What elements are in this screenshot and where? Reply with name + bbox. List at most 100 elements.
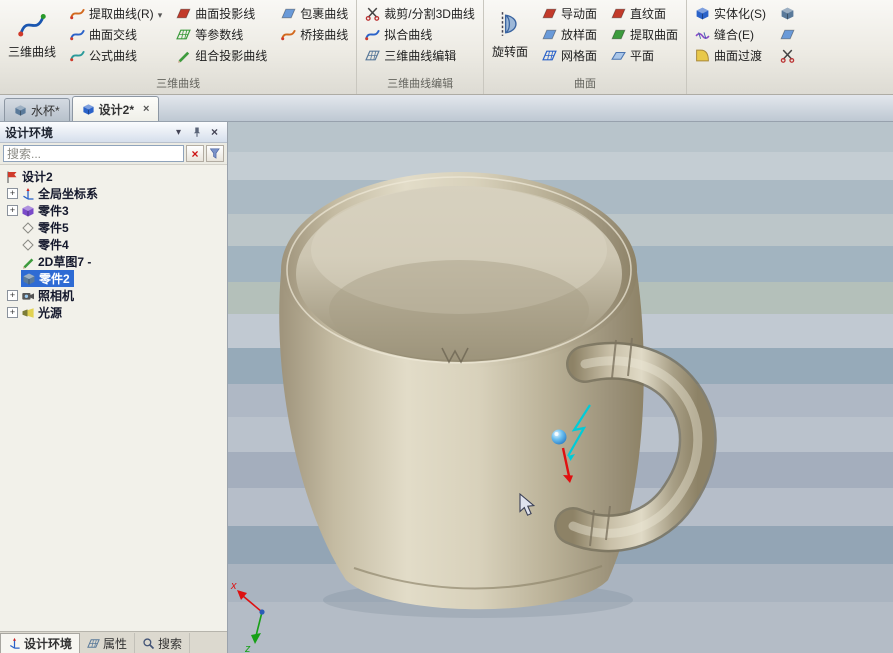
surface-projection-button[interactable]: 曲面投影线 <box>171 3 272 24</box>
clear-search-button[interactable] <box>186 145 204 162</box>
chevron-down-icon[interactable] <box>171 125 186 140</box>
sweep-surface-button[interactable]: 导动面 <box>537 3 602 24</box>
expand-icon[interactable] <box>7 290 18 301</box>
expand-icon[interactable] <box>7 188 18 199</box>
x-axis-label: x <box>230 580 237 592</box>
plane-label: 平面 <box>630 47 654 64</box>
edit-3d-curve-label: 三维曲线编辑 <box>384 47 456 64</box>
extract-surface-button[interactable]: 提取曲面 <box>606 24 683 45</box>
extract-curve-button[interactable]: 提取曲线(R) <box>65 3 167 24</box>
tab-label: 水杯* <box>31 102 60 119</box>
plane-icon <box>611 48 626 63</box>
main-area: 设计环境 设计2 全局坐标系 <box>0 122 893 653</box>
tree-item-sketch7[interactable]: 2D草图7 - <box>2 253 227 270</box>
tree-item-light[interactable]: 光源 <box>2 304 227 321</box>
tree-item-label: 光源 <box>38 304 62 321</box>
mesh-surface-label: 网格面 <box>561 47 597 64</box>
tree-item-part3[interactable]: 零件3 <box>2 202 227 219</box>
plane-button[interactable]: 平面 <box>606 45 683 66</box>
revolve-surface-big-button[interactable]: 旋转面 <box>487 3 533 66</box>
search-row <box>0 143 227 165</box>
tree-item-label: 零件4 <box>38 236 69 253</box>
expand-icon[interactable] <box>7 205 18 216</box>
formula-curve-icon <box>70 48 85 63</box>
fit-curve-label: 拟合曲线 <box>384 26 432 43</box>
tree-item-label: 零件2 <box>39 270 70 287</box>
clipped-icon-3 <box>780 48 795 63</box>
z-axis-label: z <box>244 643 251 653</box>
bottom-tab-design-env[interactable]: 设计环境 <box>0 633 80 653</box>
tab-water-cup[interactable]: 水杯* <box>4 98 70 121</box>
ruled-surface-icon <box>611 6 626 21</box>
bottom-tab-search[interactable]: 搜索 <box>135 633 190 653</box>
ruled-surface-button[interactable]: 直纹面 <box>606 3 683 24</box>
filter-button[interactable] <box>206 145 224 162</box>
combined-projection-label: 组合投影曲线 <box>195 47 267 64</box>
edit-3d-curve-button[interactable]: 三维曲线编辑 <box>360 45 480 66</box>
surface-intersection-icon <box>70 27 85 42</box>
sketch-icon <box>21 255 35 269</box>
group-title-3d-curve-edit: 三维曲线编辑 <box>360 72 480 94</box>
mesh-surface-button[interactable]: 网格面 <box>537 45 602 66</box>
sew-button[interactable]: 缝合(E) <box>690 24 771 45</box>
document-icon <box>82 103 95 116</box>
coordinate-system-icon <box>21 187 35 201</box>
sweep-surface-label: 导动面 <box>561 5 597 22</box>
document-icon <box>14 104 27 117</box>
surface-blend-label: 曲面过渡 <box>714 47 762 64</box>
isoparametric-button[interactable]: 等参数线 <box>171 24 272 45</box>
filter-icon <box>209 147 222 160</box>
surface-blend-button[interactable]: 曲面过渡 <box>690 45 771 66</box>
part-icon <box>21 221 35 235</box>
isoparametric-label: 等参数线 <box>195 26 243 43</box>
combined-projection-button[interactable]: 组合投影曲线 <box>171 45 272 66</box>
curve3d-big-button[interactable]: 三维曲线 <box>3 3 61 66</box>
sweep-surface-icon <box>542 6 557 21</box>
bottom-tab-label: 属性 <box>103 635 127 652</box>
ribbon-group-solid: 实体化(S) 缝合(E) 曲面过渡 <box>687 0 803 94</box>
formula-curve-button[interactable]: 公式曲线 <box>65 45 167 66</box>
manipulator-sphere[interactable] <box>552 430 567 445</box>
tree-item-camera[interactable]: 照相机 <box>2 287 227 304</box>
ribbon-group-3d-curve-edit: 裁剪/分割3D曲线 拟合曲线 三维曲线编辑 三维曲线编辑 <box>357 0 484 94</box>
solidify-icon <box>695 6 710 21</box>
tree-item-part5[interactable]: 零件5 <box>2 219 227 236</box>
clipped-button-3[interactable] <box>775 45 800 66</box>
pin-icon[interactable] <box>189 125 204 140</box>
search-input[interactable] <box>3 145 184 162</box>
ruled-surface-label: 直纹面 <box>630 5 666 22</box>
loft-surface-button[interactable]: 放样面 <box>537 24 602 45</box>
mug-model[interactable] <box>279 172 698 618</box>
wrap-curve-button[interactable]: 包裹曲线 <box>276 3 353 24</box>
panel-bottom-tabs: 设计环境 属性 搜索 <box>0 631 227 653</box>
tree-item-design2[interactable]: 设计2 <box>2 168 227 185</box>
revolve-surface-label: 旋转面 <box>492 43 528 60</box>
ribbon-group-surface: 旋转面 导动面 放样面 网格面 直纹面 <box>484 0 687 94</box>
surface-blend-icon <box>695 48 710 63</box>
tab-label: 设计2* <box>99 101 134 118</box>
tree-item-part4[interactable]: 零件4 <box>2 236 227 253</box>
tab-close-icon[interactable] <box>143 104 149 115</box>
expand-icon[interactable] <box>7 307 18 318</box>
sew-label: 缝合(E) <box>714 26 754 43</box>
solidify-button[interactable]: 实体化(S) <box>690 3 771 24</box>
extract-curve-icon <box>70 6 85 21</box>
part-icon <box>21 204 35 218</box>
trim-split-3d-button[interactable]: 裁剪/分割3D曲线 <box>360 3 480 24</box>
tree-item-global-coords[interactable]: 全局坐标系 <box>2 185 227 202</box>
properties-icon <box>87 637 100 650</box>
bridge-curve-button[interactable]: 桥接曲线 <box>276 24 353 45</box>
tree-item-part2[interactable]: 零件2 <box>2 270 227 287</box>
clipped-button-1[interactable] <box>775 3 800 24</box>
close-icon[interactable] <box>207 125 222 140</box>
clipped-button-2[interactable] <box>775 24 800 45</box>
surface-intersection-button[interactable]: 曲面交线 <box>65 24 167 45</box>
design-env-icon <box>8 637 21 650</box>
wrap-curve-icon <box>281 6 296 21</box>
light-icon <box>21 306 35 320</box>
tab-design2[interactable]: 设计2* <box>72 96 160 121</box>
bridge-curve-icon <box>281 27 296 42</box>
fit-curve-button[interactable]: 拟合曲线 <box>360 24 480 45</box>
bottom-tab-properties[interactable]: 属性 <box>80 633 135 653</box>
3d-viewport[interactable]: x z <box>228 122 893 653</box>
